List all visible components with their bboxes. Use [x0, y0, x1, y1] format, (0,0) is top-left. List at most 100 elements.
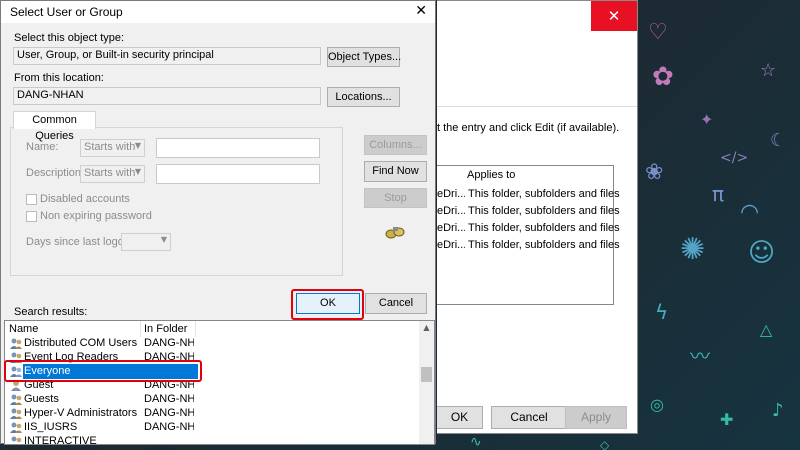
result-row[interactable]: Hyper-V Administrators DANG-NH...: [5, 407, 419, 421]
result-row[interactable]: IIS_IUSRS DANG-NH...: [5, 421, 419, 435]
properties-apply-button[interactable]: Apply: [565, 406, 627, 429]
object-type-label: Select this object type:: [14, 32, 125, 44]
search-results-list[interactable]: Name In Folder Distributed COM Users DAN…: [4, 320, 435, 445]
permission-row[interactable]: eDri... This folder, subfolders and file…: [437, 222, 620, 239]
heart-icon: ♡: [648, 20, 668, 45]
cancel-button[interactable]: Cancel: [365, 293, 427, 314]
permission-principal: eDri...: [437, 239, 465, 251]
permission-applies-to: This folder, subfolders and files: [468, 222, 620, 234]
everyone-highlight-box: [4, 360, 202, 382]
tab-common-queries[interactable]: Common Queries: [13, 111, 96, 142]
cross-icon: ✚: [720, 410, 734, 429]
result-folder: DANG-NH...: [144, 407, 194, 419]
result-name: Hyper-V Administrators: [24, 407, 138, 419]
column-divider[interactable]: [140, 321, 141, 337]
result-name: Distributed COM Users: [24, 337, 138, 349]
days-since-logon-dropdown[interactable]: ▼: [121, 233, 171, 251]
lightning-icon: ϟ: [655, 300, 669, 324]
result-row[interactable]: Guests DANG-NH...: [5, 393, 419, 407]
result-name: INTERACTIVE: [24, 435, 97, 445]
properties-ok-button[interactable]: OK: [437, 406, 483, 429]
properties-header-area: [437, 31, 637, 107]
result-name: Guests: [24, 393, 59, 405]
chevron-down-icon: ▼: [160, 235, 167, 244]
triangle-icon: △: [760, 320, 773, 339]
group-icon: [10, 408, 22, 419]
music-icon: ♪: [772, 400, 784, 421]
name-column-header[interactable]: Name: [9, 323, 38, 335]
chevron-down-icon: ▼: [134, 141, 141, 150]
disabled-accounts-checkbox[interactable]: [26, 194, 37, 205]
dot-icon: ◎: [650, 395, 664, 414]
disabled-accounts-label: Disabled accounts: [40, 193, 130, 205]
permission-principal: eDri...: [437, 222, 465, 234]
permission-row[interactable]: eDri... This folder, subfolders and file…: [437, 188, 620, 205]
dialog-titlebar: Select User or Group ✕: [1, 1, 435, 23]
search-results-label: Search results:: [14, 306, 88, 318]
scroll-up-icon[interactable]: ▲: [419, 321, 434, 335]
stop-button[interactable]: Stop: [364, 188, 427, 208]
name-query-input[interactable]: [156, 138, 320, 158]
close-icon: ✕: [415, 3, 427, 19]
name-mode-value: Starts with: [84, 141, 136, 153]
result-folder: DANG-NH...: [144, 421, 194, 433]
result-name: IIS_IUSRS: [24, 421, 78, 433]
results-header: Name In Folder: [5, 321, 419, 337]
object-types-button[interactable]: Object Types...: [327, 47, 401, 67]
group-icon: [10, 338, 22, 349]
location-field: DANG-NHAN: [13, 87, 321, 105]
group-icon: [10, 394, 22, 405]
permission-principal: eDri...: [437, 188, 465, 200]
result-folder: DANG-NH...: [144, 337, 194, 349]
dialog-close-button[interactable]: ✕: [415, 3, 427, 19]
properties-cancel-button[interactable]: Cancel: [491, 406, 567, 429]
permission-applies-to: This folder, subfolders and files: [468, 188, 620, 200]
select-user-or-group-dialog: Select User or Group ✕ Select this objec…: [0, 0, 436, 445]
squiggle-icon: 〰: [690, 344, 710, 368]
result-folder: DANG-NH...: [144, 393, 194, 405]
cat-icon: ☾: [770, 130, 787, 151]
locations-button[interactable]: Locations...: [327, 87, 400, 107]
search-binoculars-icon: [385, 227, 405, 239]
diamond-icon: ◇: [600, 438, 610, 450]
properties-window: ✕ t the entry and click Edit (if availab…: [437, 0, 638, 434]
find-now-button[interactable]: Find Now: [364, 161, 427, 182]
sparkle-icon: ✦: [700, 110, 714, 129]
chevron-down-icon: ▼: [134, 167, 141, 176]
ok-highlight-box: [291, 289, 364, 320]
robot-icon: ☺: [748, 238, 776, 268]
description-mode-value: Starts with: [84, 167, 136, 179]
results-scrollbar[interactable]: ▲: [419, 321, 434, 444]
permission-entries-table[interactable]: Applies to eDri... This folder, subfolde…: [437, 165, 620, 305]
group-icon: [11, 436, 22, 443]
days-since-logon-label: Days since last logon:: [26, 236, 133, 248]
column-divider[interactable]: [195, 321, 196, 337]
permission-row[interactable]: eDri... This folder, subfolders and file…: [437, 239, 620, 256]
in-folder-column-header[interactable]: In Folder: [144, 323, 187, 335]
permission-row[interactable]: eDri... This folder, subfolders and file…: [437, 205, 620, 222]
properties-close-button[interactable]: ✕: [591, 1, 637, 31]
permission-principal: eDri...: [437, 205, 465, 217]
non-expiring-password-checkbox[interactable]: [26, 211, 37, 222]
properties-titlebar: ✕: [437, 1, 637, 31]
non-expiring-password-label: Non expiring password: [40, 210, 152, 222]
group-icon: [10, 422, 22, 433]
wifi-icon: ◠: [740, 200, 760, 225]
description-query-input[interactable]: [156, 164, 320, 184]
name-mode-dropdown[interactable]: Starts with ▼: [80, 139, 145, 157]
description-mode-dropdown[interactable]: Starts with ▼: [80, 165, 145, 183]
wave-icon: ∿: [470, 434, 482, 450]
location-label: From this location:: [14, 72, 104, 84]
result-row[interactable]: Distributed COM Users DANG-NH...: [5, 337, 419, 351]
permission-table-header: Applies to: [437, 166, 613, 186]
applies-to-column-header: Applies to: [467, 169, 516, 181]
columns-button[interactable]: Columns...: [364, 135, 427, 155]
close-icon: ✕: [607, 7, 621, 25]
permission-applies-to: This folder, subfolders and files: [468, 239, 620, 251]
result-row[interactable]: INTERACTIVE: [5, 435, 419, 445]
object-type-field: User, Group, or Built-in security princi…: [13, 47, 321, 65]
scrollbar-thumb[interactable]: [421, 367, 432, 382]
permission-applies-to: This folder, subfolders and files: [468, 205, 620, 217]
paw-icon: ❀: [645, 160, 664, 185]
description-query-label: Description:: [26, 167, 85, 179]
